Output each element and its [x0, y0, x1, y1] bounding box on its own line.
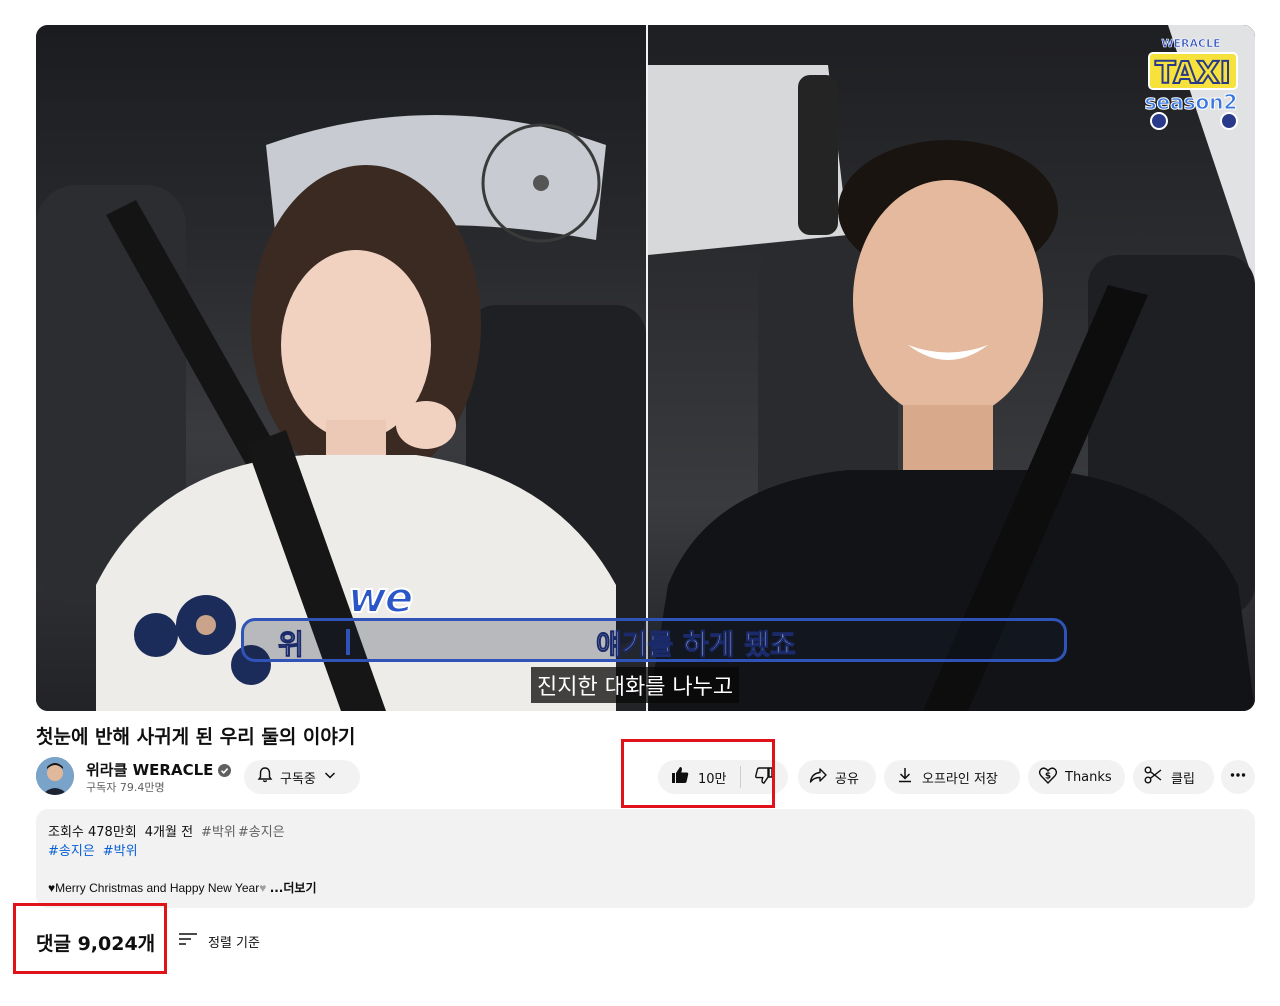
- share-button[interactable]: 공유: [798, 760, 876, 794]
- hashtag-link[interactable]: #박위: [103, 840, 138, 859]
- like-highlight-box: [621, 739, 775, 808]
- svg-text:$: $: [1045, 772, 1051, 782]
- download-button[interactable]: 오프라인 저장: [884, 760, 1020, 794]
- scissors-icon: [1143, 765, 1163, 789]
- share-icon: [808, 765, 828, 789]
- meta-tag[interactable]: #박위: [201, 821, 236, 840]
- download-icon: [896, 766, 914, 788]
- show-more-link[interactable]: ...더보기: [270, 881, 317, 895]
- channel-avatar[interactable]: [36, 757, 74, 795]
- more-horizontal-icon: [1229, 766, 1247, 788]
- clip-label: 클립: [1171, 771, 1195, 787]
- view-count: 조회수 478만회: [48, 825, 137, 840]
- comments-highlight-box: [13, 903, 167, 974]
- description-hashtags: #송지은 #박위: [48, 840, 138, 859]
- thanks-label: Thanks: [1065, 769, 1112, 785]
- description-line: ♥Merry Christmas and Happy New Year: [48, 881, 260, 895]
- download-label: 오프라인 저장: [922, 771, 998, 787]
- description-fade: ♥: [259, 881, 267, 895]
- clip-button[interactable]: 클립: [1133, 760, 1214, 794]
- logo-line2: season2: [1145, 90, 1238, 114]
- channel-name-row[interactable]: 위라클 WERACLE: [86, 759, 232, 780]
- thanks-button[interactable]: $ Thanks: [1028, 760, 1125, 794]
- share-label: 공유: [835, 771, 859, 787]
- verified-icon: [218, 763, 232, 777]
- video-player[interactable]: WERACLE TAXI season2 we 위 얘기를 하게 됐죠 진지한 …: [36, 25, 1255, 711]
- bell-icon: [256, 766, 274, 788]
- sort-button[interactable]: 정렬 기준: [178, 931, 260, 951]
- video-title: 첫눈에 반해 사귀게 된 우리 둘의 이야기: [36, 726, 356, 748]
- description-text: ♥Merry Christmas and Happy New Year♥ ...…: [48, 879, 316, 896]
- we-mark: we: [347, 572, 414, 623]
- caption-main-text: 얘기를 하게 됐죠: [596, 628, 797, 662]
- video-subtitle: 진지한 대화를 나누고: [531, 667, 740, 703]
- caption-cursor: [346, 629, 350, 655]
- caption-left-text: 위: [278, 628, 305, 662]
- chevron-down-icon: [322, 767, 338, 787]
- upload-date: 4개월 전: [144, 825, 194, 840]
- hashtag-link[interactable]: #송지은: [48, 840, 95, 859]
- channel-name[interactable]: 위라클 WERACLE: [86, 759, 213, 780]
- description-meta: 조회수 478만회 4개월 전 #박위 #송지은: [48, 821, 285, 840]
- video-left-pane: [36, 25, 646, 711]
- super-thanks-icon: $: [1038, 765, 1058, 789]
- logo-line1: TAXI: [1155, 56, 1231, 91]
- subscribe-label: 구독중: [280, 771, 316, 787]
- sort-icon: [178, 931, 198, 951]
- more-actions-button[interactable]: [1221, 760, 1255, 794]
- taxi-season2-logo: WERACLE TAXI season2: [1135, 33, 1247, 131]
- meta-tag[interactable]: #송지은: [238, 821, 285, 840]
- description-box[interactable]: 조회수 478만회 4개월 전 #박위 #송지은 #송지은 #박위 ♥Merry…: [36, 809, 1255, 908]
- left-scene-graphic: [36, 115, 646, 711]
- sort-label: 정렬 기준: [208, 935, 260, 951]
- logo-brand: WERACLE: [1161, 37, 1220, 50]
- subscribe-button[interactable]: 구독중: [244, 760, 360, 794]
- subscriber-count: 구독자 79.4만명: [86, 781, 165, 794]
